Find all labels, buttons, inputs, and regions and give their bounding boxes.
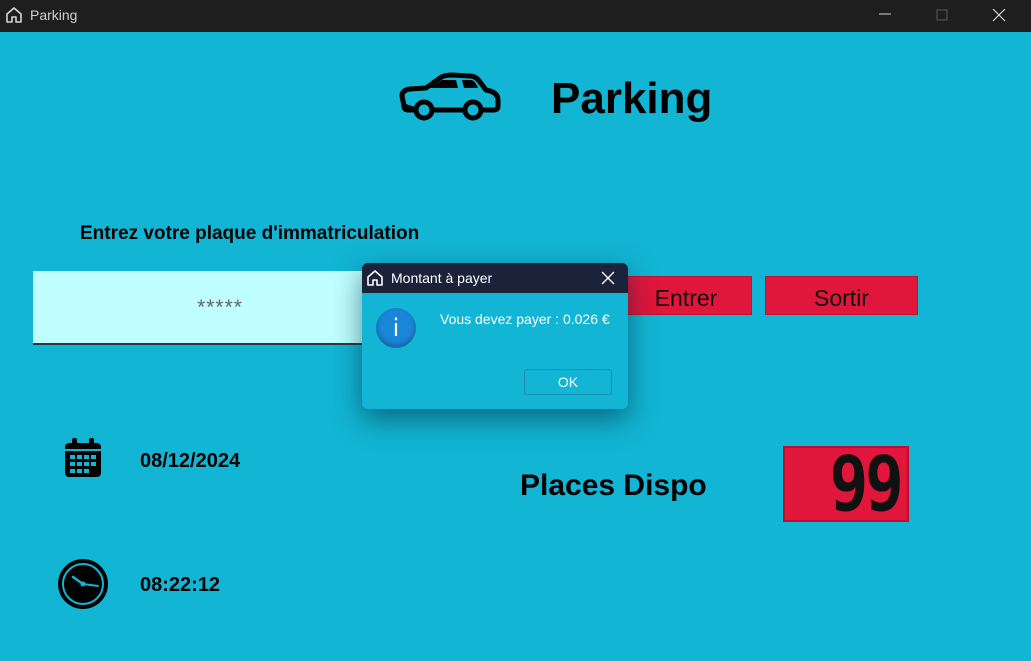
places-available-label: Places Dispo bbox=[520, 469, 707, 502]
enter-button[interactable]: Entrer bbox=[620, 276, 752, 315]
close-icon bbox=[992, 9, 1006, 22]
dialog-titlebar: Montant à payer bbox=[362, 263, 628, 293]
close-icon bbox=[601, 271, 615, 285]
payment-dialog: Montant à payer i Vous devez payer : 0.0… bbox=[362, 263, 628, 409]
car-icon bbox=[399, 72, 501, 121]
info-icon: i bbox=[376, 308, 416, 348]
plate-field-container bbox=[33, 271, 407, 345]
page-title: Parking bbox=[551, 74, 713, 123]
dialog-close-button[interactable] bbox=[594, 267, 622, 289]
maximize-button[interactable] bbox=[913, 0, 971, 32]
minimize-button[interactable] bbox=[856, 0, 914, 32]
dialog-message: Vous devez payer : 0.026 € bbox=[440, 311, 610, 327]
ok-button[interactable]: OK bbox=[524, 369, 612, 395]
minimize-icon bbox=[879, 13, 891, 15]
maximize-icon bbox=[936, 9, 948, 21]
places-count: 99 bbox=[830, 439, 904, 528]
close-window-button[interactable] bbox=[970, 0, 1028, 32]
calendar-icon bbox=[65, 438, 101, 477]
plate-input[interactable] bbox=[33, 271, 407, 345]
exit-button[interactable]: Sortir bbox=[765, 276, 918, 315]
clock-icon bbox=[58, 559, 108, 609]
dialog-title: Montant à payer bbox=[391, 270, 493, 286]
home-icon bbox=[6, 7, 22, 23]
current-time: 08:22:12 bbox=[140, 574, 221, 596]
plate-prompt-label: Entrez votre plaque d'immatriculation bbox=[80, 223, 420, 244]
home-icon bbox=[367, 270, 383, 286]
window-titlebar: Parking bbox=[0, 0, 1031, 32]
window-title: Parking bbox=[30, 7, 78, 23]
current-date: 08/12/2024 bbox=[140, 450, 241, 472]
places-counter-display: 99 bbox=[783, 442, 909, 526]
